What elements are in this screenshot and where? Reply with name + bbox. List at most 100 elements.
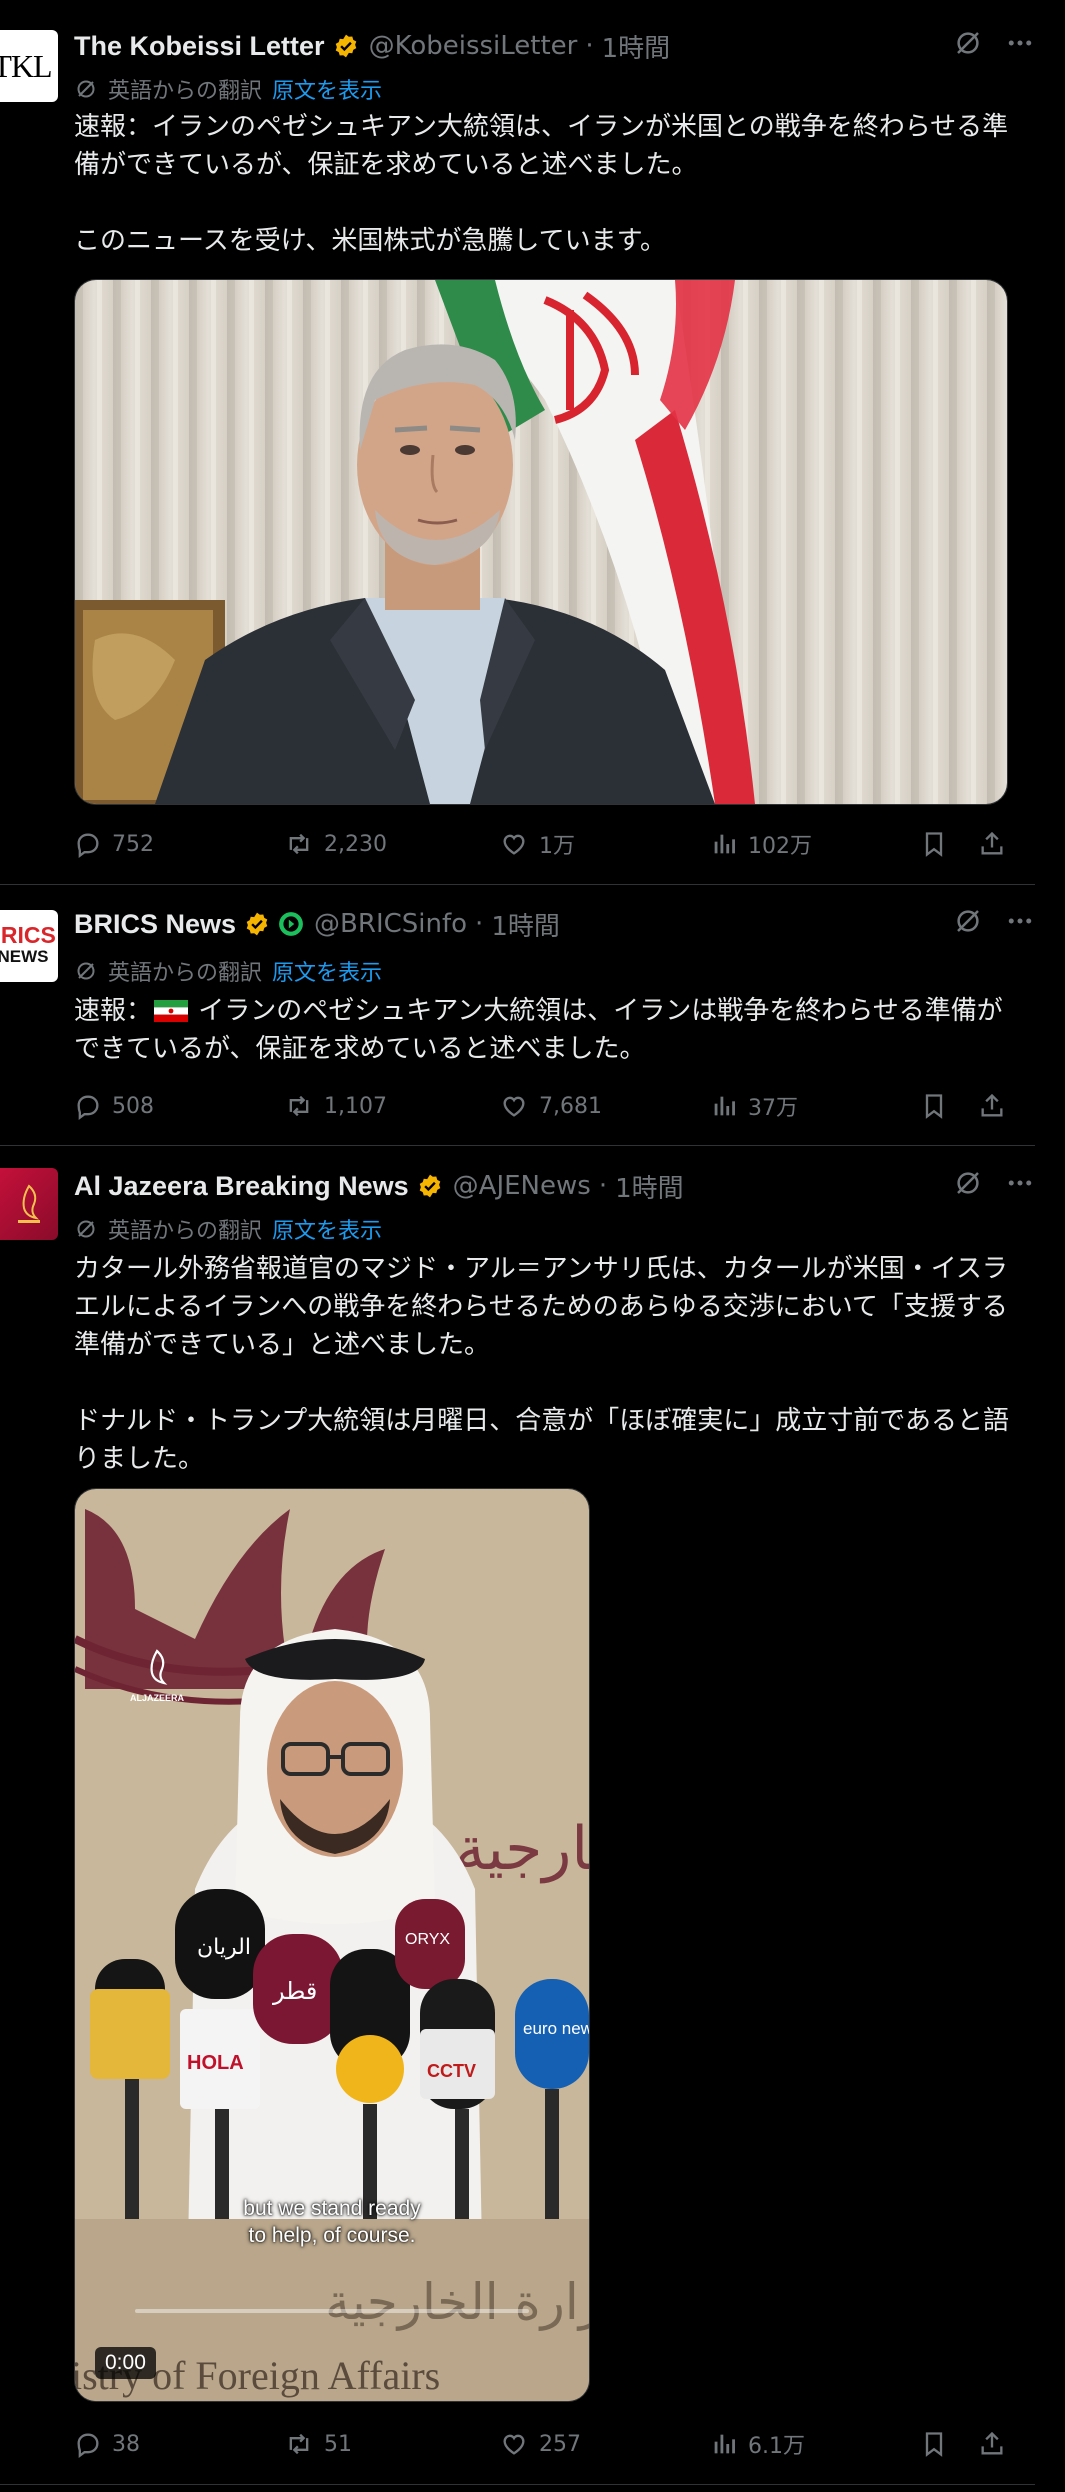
views-button[interactable]: 6.1万 [710, 2426, 805, 2462]
aljazeera-watermark: ALJAZEERA [127, 1649, 187, 1703]
more-icon[interactable] [1005, 1168, 1035, 1198]
repost-count: 2,230 [324, 831, 387, 857]
views-icon [714, 2434, 735, 2454]
tweet-paragraph: カタール外務省報道官のマジド・アル＝アンサリ氏は、カタールが米国・イスラエルによ… [74, 1254, 1008, 1360]
grok-icon[interactable] [953, 906, 983, 936]
author-handle[interactable]: @AJENews [453, 1171, 591, 1201]
affiliate-badge-icon [278, 911, 304, 937]
timestamp[interactable]: 1時間 [602, 28, 671, 65]
repost-button[interactable]: 1,107 [284, 1088, 387, 1124]
tweet-divider [0, 2484, 1035, 2485]
translation-note: 英語からの翻訳 原文を表示 [74, 954, 382, 988]
show-original-link[interactable]: 原文を表示 [272, 1213, 382, 1245]
like-icon [503, 2434, 525, 2455]
tweet-header: The Kobeissi Letter @KobeissiLetter · 1時… [74, 26, 670, 66]
like-icon [503, 1096, 525, 1117]
spokesperson-video-frame: وزارة الخارجية الريان HOLA قطر [75, 1489, 589, 2401]
tweet-photo[interactable] [74, 279, 1008, 805]
more-icon[interactable] [1005, 28, 1035, 58]
repost-icon [289, 2433, 309, 2455]
translated-from-label: 英語からの翻訳 [108, 961, 263, 986]
timestamp[interactable]: 1時間 [615, 1168, 684, 1205]
bookmark-button[interactable] [920, 2426, 958, 2462]
author-name[interactable]: The Kobeissi Letter [74, 31, 325, 62]
avatar[interactable]: BRICS NEWS [0, 910, 58, 982]
reply-count: 508 [112, 1093, 154, 1119]
grok-icon[interactable] [953, 28, 983, 58]
tweet-paragraph: ドナルド・トランプ大統領は月曜日、合意が「ほぼ確実に」成立寸前であると語りました… [74, 1406, 1009, 1474]
verified-badge-icon [333, 33, 359, 59]
video-progress-bar[interactable] [135, 2309, 529, 2313]
translate-icon [77, 962, 95, 980]
share-button[interactable] [978, 826, 1016, 862]
show-original-link[interactable]: 原文を表示 [272, 73, 382, 105]
tweet-top-actions [931, 1168, 1035, 1198]
views-button[interactable]: 37万 [710, 1088, 798, 1124]
grok-icon[interactable] [953, 1168, 983, 1198]
separator-dot: · [598, 1171, 608, 1201]
author-handle[interactable]: @BRICSinfo [314, 909, 467, 939]
mic-label: قطر [272, 1977, 317, 2005]
bookmark-icon [925, 2432, 943, 2457]
view-count: 102万 [748, 834, 812, 859]
like-icon [503, 834, 525, 855]
like-count: 7,681 [539, 1093, 602, 1119]
bookmark-icon [925, 832, 943, 857]
tweet-top-actions [931, 28, 1035, 58]
backdrop-arabic-text: وزارة الخارجية [455, 1814, 589, 1884]
show-original-link[interactable]: 原文を表示 [272, 955, 382, 987]
author-handle[interactable]: @KobeissiLetter [369, 31, 578, 61]
mic-label: euro news. [523, 2019, 589, 2038]
tweet-brics[interactable]: BRICS NEWS BRICS News @BRICSinfo · 1時間 英… [0, 904, 1035, 1144]
views-icon [714, 834, 735, 854]
bookmark-icon [925, 1094, 943, 1119]
translate-icon [77, 1220, 95, 1238]
avatar[interactable]: TKL [0, 30, 58, 102]
like-button[interactable]: 1万 [499, 826, 575, 862]
reply-icon [77, 2433, 99, 2458]
reply-button[interactable]: 38 [74, 2426, 140, 2462]
tweet-actions: 508 1,107 7,681 37万 [74, 1088, 1014, 1124]
president-photo [75, 280, 1007, 804]
breaking-prefix: 速報： [74, 996, 153, 1026]
reply-count: 38 [112, 2431, 140, 2457]
avatar[interactable] [0, 1168, 58, 1240]
tweet-text: 速報： イランのペゼシュキアン大統領は、イランは戦争を終わらせる準備ができている… [74, 992, 1014, 1068]
tweet-text: 速報：イランのペゼシュキアン大統領は、イランが米国との戦争を終わらせる準備ができ… [74, 108, 1014, 260]
share-button[interactable] [978, 2426, 1016, 2462]
mic-label: CCTV [427, 2061, 476, 2081]
more-icon[interactable] [1005, 906, 1035, 936]
repost-button[interactable]: 51 [284, 2426, 352, 2462]
mic-label: HOLA [187, 2052, 244, 2074]
reply-button[interactable]: 508 [74, 1088, 154, 1124]
verified-badge-icon [417, 1173, 443, 1199]
reply-button[interactable]: 752 [74, 826, 154, 862]
mic-label: الريان [197, 1935, 251, 1960]
timestamp[interactable]: 1時間 [491, 906, 560, 943]
tweet-paragraph: 速報：イランのペゼシュキアン大統領は、イランが米国との戦争を終わらせる準備ができ… [74, 112, 1009, 180]
bookmark-button[interactable] [920, 826, 958, 862]
tweet-header: BRICS News @BRICSinfo · 1時間 [74, 904, 560, 944]
views-button[interactable]: 102万 [710, 826, 812, 862]
tweet-kobeissi[interactable]: TKL The Kobeissi Letter @KobeissiLetter … [0, 26, 1035, 866]
view-count: 37万 [748, 1096, 798, 1121]
repost-icon [289, 1095, 309, 1117]
iran-flag-icon [154, 995, 189, 1022]
mic-label: ORYX [405, 1931, 450, 1948]
translated-from-label: 英語からの翻訳 [108, 1219, 263, 1244]
share-button[interactable] [978, 1088, 1016, 1124]
like-button[interactable]: 7,681 [499, 1088, 602, 1124]
tweet-video[interactable]: وزارة الخارجية الريان HOLA قطر [74, 1488, 590, 2402]
like-button[interactable]: 257 [499, 2426, 581, 2462]
avatar-logo-text: TKL [0, 47, 53, 84]
like-count: 1万 [539, 834, 575, 859]
tweet-divider [0, 1145, 1035, 1146]
backdrop-arabic-text: وزارة الخارجية [325, 2273, 589, 2332]
tweet-actions: 38 51 257 6.1万 [74, 2426, 1014, 2462]
tweet-aljazeera[interactable]: Al Jazeera Breaking News @AJENews · 1時間 … [0, 1166, 1035, 2476]
author-name[interactable]: Al Jazeera Breaking News [74, 1171, 409, 1202]
bookmark-button[interactable] [920, 1088, 958, 1124]
author-name[interactable]: BRICS News [74, 909, 236, 940]
translate-icon [77, 80, 95, 98]
repost-button[interactable]: 2,230 [284, 826, 387, 862]
